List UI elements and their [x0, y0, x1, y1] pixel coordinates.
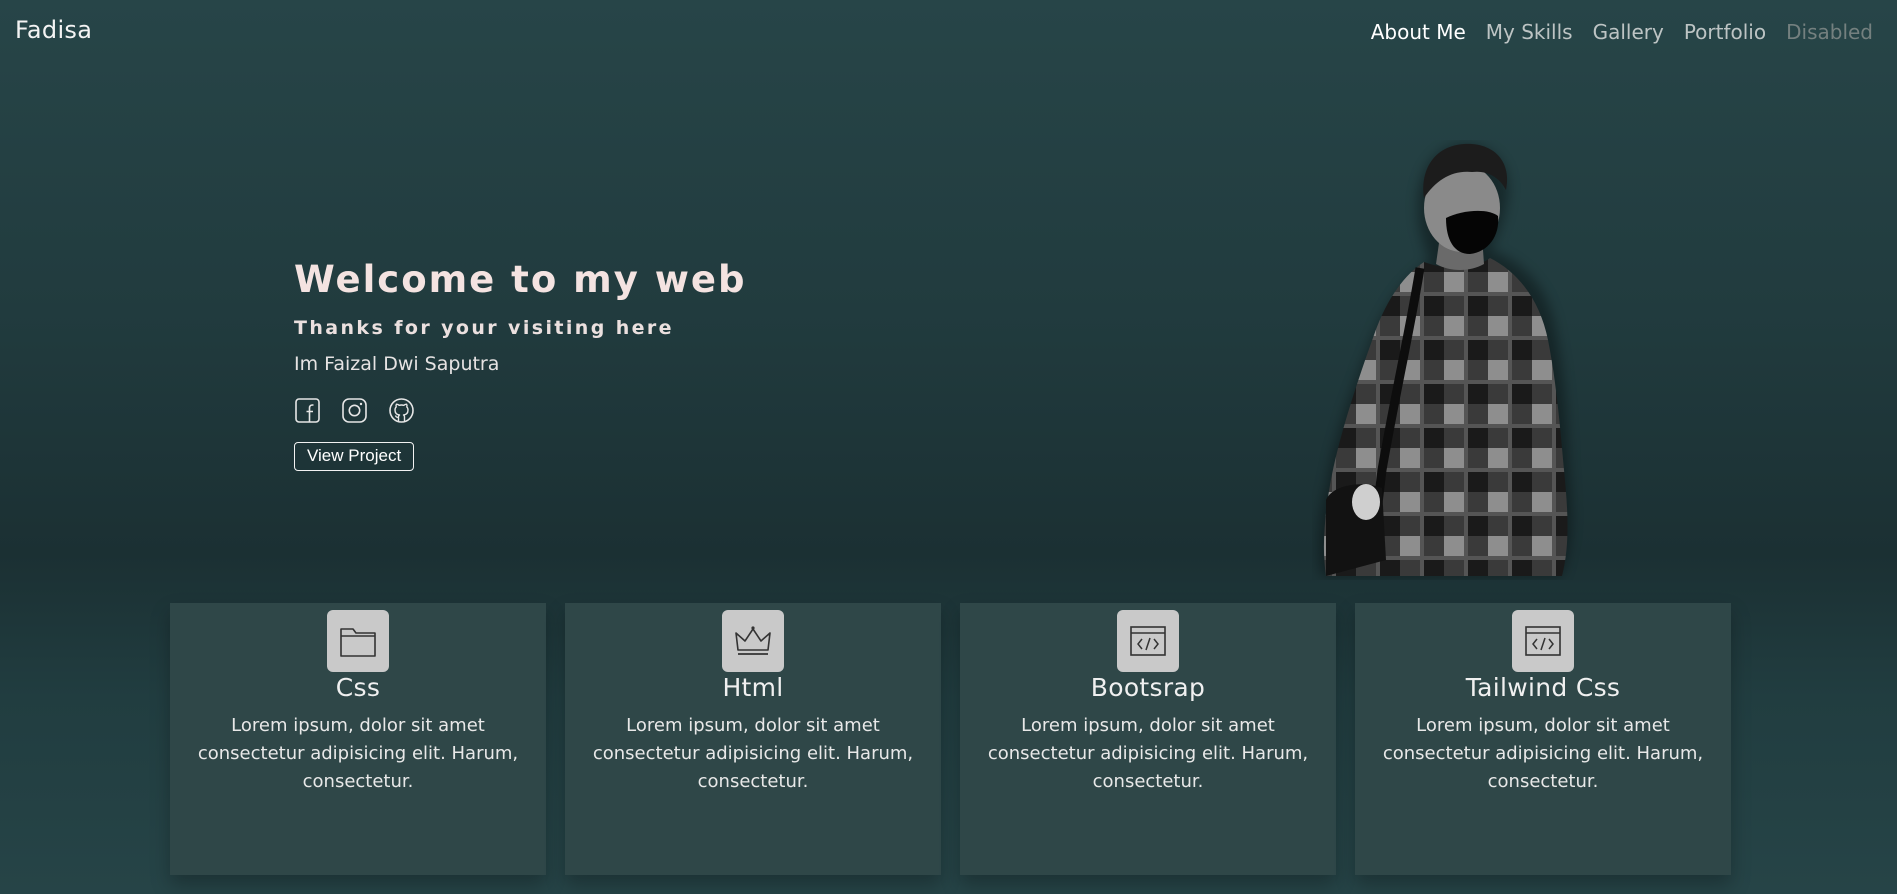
hero-section: Welcome to my web Thanks for your visiti… [294, 258, 746, 471]
nav-item-about-me[interactable]: About Me [1371, 20, 1466, 44]
card-title: Html [722, 673, 784, 702]
card-description: Lorem ipsum, dolor sit amet consectetur … [987, 715, 1309, 792]
crown-icon [722, 610, 784, 672]
card-description: Lorem ipsum, dolor sit amet consectetur … [1382, 715, 1704, 792]
skill-card-tailwind-css: Tailwind Css Lorem ipsum, dolor sit amet… [1355, 603, 1731, 875]
github-icon[interactable] [388, 397, 415, 424]
hero-subtitle: Thanks for your visiting here [294, 317, 674, 339]
card-description: Lorem ipsum, dolor sit amet consectetur … [592, 715, 914, 792]
hero-name: Im Faizal Dwi Saputra [294, 353, 500, 375]
card-title: Bootsrap [1090, 673, 1206, 702]
skills-cards: Css Lorem ipsum, dolor sit amet consecte… [170, 603, 1731, 875]
profile-photo [1312, 140, 1614, 580]
nav-links: About Me My Skills Gallery Portfolio Dis… [1371, 20, 1873, 44]
card-title: Css [335, 673, 381, 702]
code-window-icon [1117, 610, 1179, 672]
nav-item-my-skills[interactable]: My Skills [1486, 20, 1573, 44]
nav-item-gallery[interactable]: Gallery [1593, 20, 1664, 44]
skill-card-css: Css Lorem ipsum, dolor sit amet consecte… [170, 603, 546, 875]
facebook-icon[interactable] [294, 397, 321, 424]
instagram-icon[interactable] [341, 397, 368, 424]
social-links [294, 397, 746, 424]
code-window-icon [1512, 610, 1574, 672]
brand-logo[interactable]: Fadisa [15, 16, 92, 44]
hero-title: Welcome to my web [294, 258, 747, 301]
skill-card-bootsrap: Bootsrap Lorem ipsum, dolor sit amet con… [960, 603, 1336, 875]
card-description: Lorem ipsum, dolor sit amet consectetur … [197, 715, 519, 792]
nav-item-portfolio[interactable]: Portfolio [1684, 20, 1766, 44]
navbar: Fadisa About Me My Skills Gallery Portfo… [0, 0, 1897, 64]
nav-item-disabled: Disabled [1786, 20, 1873, 44]
view-project-button[interactable]: View Project [294, 442, 415, 471]
skill-card-html: Html Lorem ipsum, dolor sit amet consect… [565, 603, 941, 875]
card-title: Tailwind Css [1465, 673, 1621, 702]
folder-icon [327, 610, 389, 672]
